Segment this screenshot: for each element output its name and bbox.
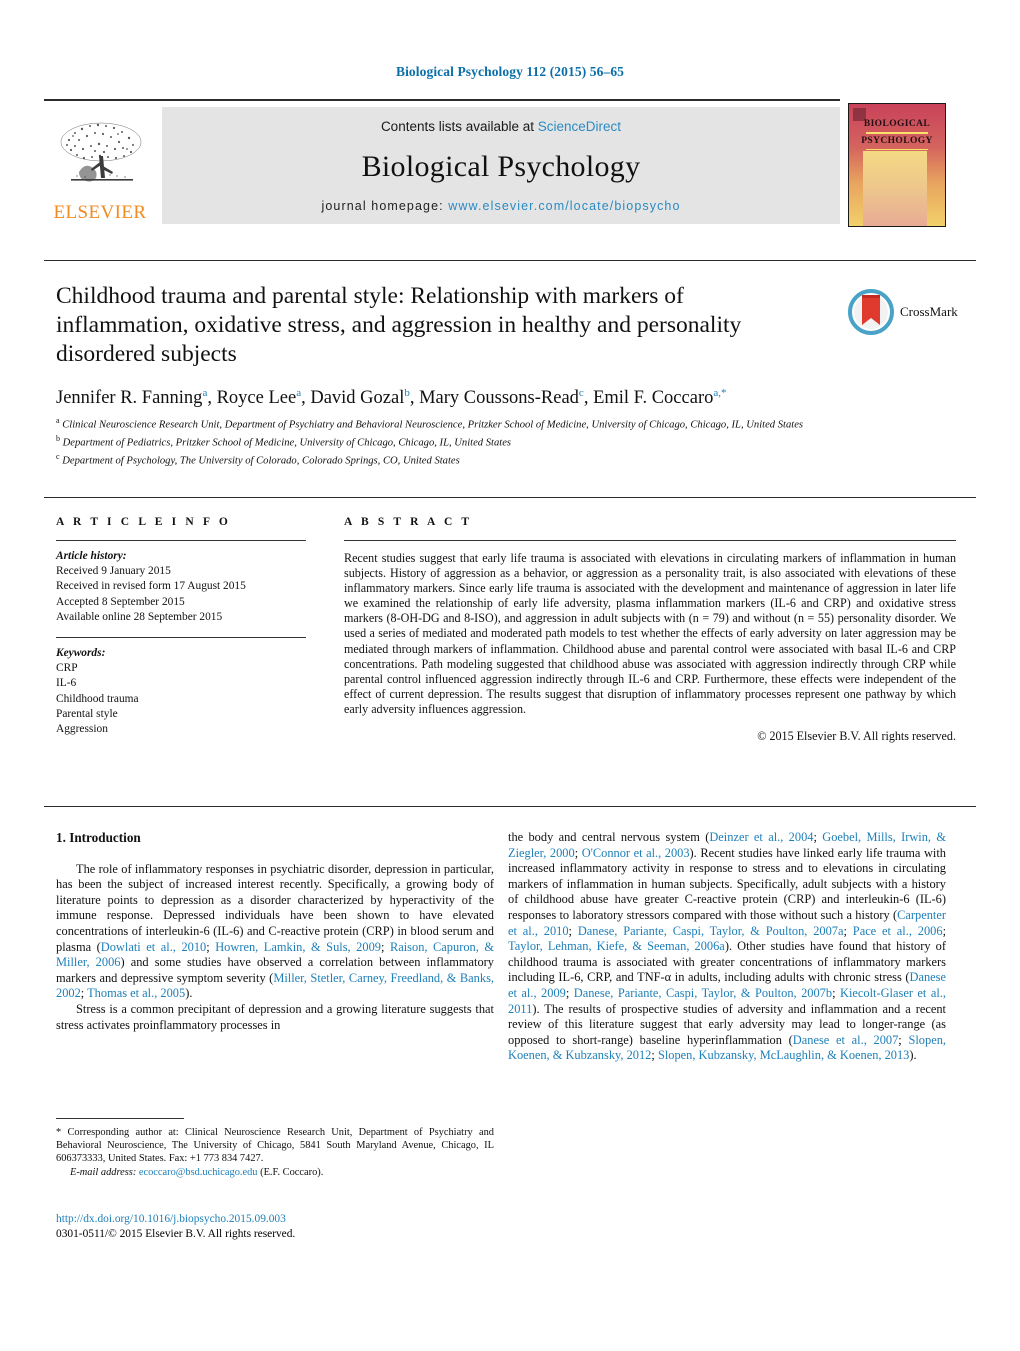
article-info-heading: A R T I C L E I N F O [56,516,231,528]
article-history: Article history: Received 9 January 2015… [56,549,306,625]
cover-inner-panel [863,151,927,226]
citation-link[interactable]: Danese et al., 2007 [793,1033,899,1047]
abstract-rule [344,540,956,541]
corresponding-author-footnote: * Corresponding author at: Clinical Neur… [56,1118,494,1179]
sciencedirect-link[interactable]: ScienceDirect [538,119,621,134]
article-info-rule [56,540,306,541]
title-divider [44,260,976,261]
journal-homepage-line: journal homepage: www.elsevier.com/locat… [162,199,840,213]
history-item: Received 9 January 2015 [56,565,171,578]
page-title: Childhood trauma and parental style: Rel… [56,283,742,367]
citation-link[interactable]: Dowlati et al., 2010 [101,940,206,954]
paragraph: The role of inflammatory responses in ps… [56,861,494,1001]
keywords-block: Keywords: CRP IL-6 Childhood trauma Pare… [56,646,306,737]
email-suffix: (E.F. Coccaro). [257,1166,324,1178]
footnote-body: Corresponding author at: Clinical Neuros… [56,1127,494,1165]
paragraph: the body and central nervous system (Dei… [508,830,947,1063]
abstract-copyright: © 2015 Elsevier B.V. All rights reserved… [757,729,956,744]
citation-link[interactable]: Howren, Lamkin, & Suls, 2009 [215,940,381,954]
footnote-text: * Corresponding author at: Clinical Neur… [56,1126,494,1179]
keywords-label: Keywords: [56,647,106,660]
citation-link[interactable]: Slopen, Kubzansky, McLaughlin, & Koenen,… [658,1048,909,1062]
contents-lists-line: Contents lists available at ScienceDirec… [162,119,840,134]
citation-link[interactable]: O'Connor et al., 2003 [582,846,690,860]
cover-rule-2 [866,148,928,150]
abstract-block: A B S T R A C T Recent studies suggest t… [344,516,956,744]
doi-link[interactable]: http://dx.doi.org/10.1016/j.biopsycho.20… [56,1212,494,1227]
issn-copyright-line: 0301-0511/© 2015 Elsevier B.V. All right… [56,1227,296,1240]
citation-link[interactable]: Deinzer et al., 2004 [709,830,813,844]
affiliation-item: b Department of Pediatrics, Pritzker Sch… [56,433,512,449]
article-history-label: Article history: [56,550,127,562]
cover-rule-1 [866,132,928,134]
crossmark-icon [848,289,894,335]
affiliation-item: a Clinical Neuroscience Research Unit, D… [56,416,804,431]
footnote-rule [56,1118,184,1119]
doi-block: http://dx.doi.org/10.1016/j.biopsycho.20… [56,1212,494,1241]
abstract-section-divider [44,497,976,498]
journal-title: Biological Psychology [361,149,641,183]
email-label: E-mail address: [70,1166,137,1178]
journal-cover-thumbnail: BIOLOGICAL PSYCHOLOGY [848,103,946,227]
crossmark-badge[interactable]: CrossMark [848,286,968,338]
crossmark-label: CrossMark [900,304,958,319]
citation-link[interactable]: Thomas et al., 2005 [87,986,185,1000]
keyword-item: Childhood trauma [56,692,139,705]
body-column-left: 1. Introduction The role of inflammatory… [56,830,494,1033]
abstract-text: Recent studies suggest that early life t… [344,551,956,716]
body-section-divider [44,806,976,807]
masthead-center-panel: Contents lists available at ScienceDirec… [162,107,840,224]
affiliation-list: a Clinical Neuroscience Research Unit, D… [56,414,936,468]
citation-link[interactable]: Danese, Pariante, Caspi, Taylor, & Poult… [578,924,844,938]
contents-prefix: Contents lists available at [380,119,538,134]
citation-link[interactable]: Taylor, Lehman, Kiefe, & Seeman, 2006a [508,939,725,953]
email-link[interactable]: ecoccaro@bsd.uchicago.edu [139,1167,258,1178]
elsevier-tree-icon [60,122,142,182]
running-head: Biological Psychology 112 (2015) 56–65 [395,64,625,79]
article-page: Biological Psychology 112 (2015) 56–65 E… [0,0,1020,1351]
section-heading-introduction: 1. Introduction [56,830,141,845]
keyword-item: Aggression [56,723,108,736]
affiliation-item: c Department of Psychology, The Universi… [56,451,460,467]
cover-title-line1: BIOLOGICAL [863,119,931,129]
keyword-item: CRP [56,662,78,675]
history-item: Received in revised form 17 August 2015 [56,580,246,593]
keyword-item: Parental style [56,707,118,720]
abstract-heading: A B S T R A C T [344,516,473,528]
history-item: Accepted 8 September 2015 [56,595,185,608]
citation-link[interactable]: Danese, Pariante, Caspi, Taylor, & Poult… [574,986,832,1000]
history-item: Available online 28 September 2015 [56,610,223,623]
paragraph: Stress is a common precipitant of depres… [56,1001,494,1032]
cover-title: BIOLOGICAL PSYCHOLOGY [849,118,945,151]
citation-link[interactable]: Pace et al., 2006 [853,924,943,938]
cover-title-line2: PSYCHOLOGY [861,135,933,146]
keyword-item: IL-6 [56,677,77,690]
keywords-rule [56,637,306,639]
homepage-prefix: journal homepage: [321,199,449,213]
body-column-right: the body and central nervous system (Dei… [508,830,946,1064]
article-info-block: A R T I C L E I N F O Article history: R… [56,516,306,737]
journal-masthead: ELSEVIER Contents lists available at Sci… [44,99,840,224]
elsevier-wordmark: ELSEVIER [53,202,147,223]
author-list: Jennifer R. Fanninga, Royce Leea, David … [56,387,727,409]
homepage-url-link[interactable]: www.elsevier.com/locate/biopsycho [448,199,680,213]
elsevier-logo: ELSEVIER [44,107,156,224]
